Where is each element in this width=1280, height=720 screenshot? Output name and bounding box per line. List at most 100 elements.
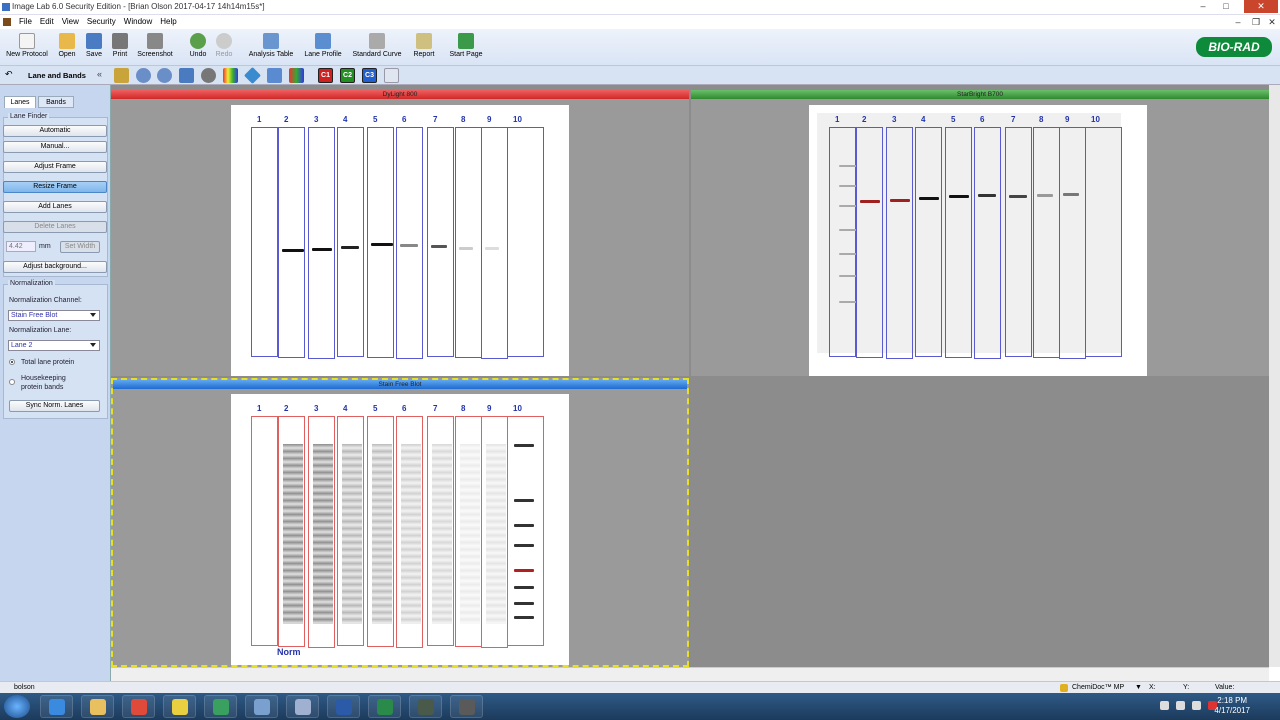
lane-frame-10[interactable] — [1085, 127, 1122, 357]
lane-frame-2[interactable] — [278, 127, 305, 358]
sync-norm-lanes-button[interactable]: Sync Norm. Lanes — [9, 400, 100, 412]
collapse-panel-icon[interactable]: « — [97, 69, 102, 79]
taskbar-imagelab-button[interactable] — [409, 695, 442, 718]
tray-flag-icon[interactable] — [1160, 701, 1169, 710]
taskbar-imagelab2-button[interactable] — [450, 695, 483, 718]
instrument-dropdown-icon[interactable]: ▼ — [1135, 684, 1142, 691]
open-button[interactable]: Open — [55, 31, 79, 64]
taskbar-clock[interactable]: 2:18 PM 4/17/2017 — [1214, 696, 1250, 716]
normalization-lane-select[interactable]: Lane 2 — [8, 340, 100, 351]
manual-button[interactable]: Manual... — [3, 141, 107, 153]
menu-edit[interactable]: Edit — [40, 15, 54, 29]
housekeeping-radio[interactable] — [9, 379, 15, 385]
taskbar-excel-button[interactable] — [368, 695, 401, 718]
taskbar-globe-button[interactable] — [204, 695, 237, 718]
taskbar-word-button[interactable] — [327, 695, 360, 718]
lane-frame-3[interactable] — [308, 127, 335, 359]
taskbar-remote-button[interactable] — [245, 695, 278, 718]
taskbar-sticky-button[interactable] — [163, 695, 196, 718]
undo-button[interactable]: Undo — [186, 31, 210, 64]
lane-frame-5[interactable] — [945, 127, 972, 358]
print-button[interactable]: Print — [108, 31, 132, 64]
lane-profile-button[interactable]: Lane Profile — [303, 31, 343, 64]
rotate-icon[interactable] — [244, 67, 261, 84]
lane-frame-4[interactable] — [915, 127, 942, 357]
stainfree-blot-image[interactable]: 1 2 3 4 5 6 7 8 9 10 Norm — [231, 394, 569, 665]
close-button[interactable]: ✕ — [1244, 0, 1278, 13]
channel-c1-toggle[interactable]: C1 — [318, 68, 333, 83]
menu-file[interactable]: File — [19, 15, 32, 29]
analysis-table-button[interactable]: Analysis Table — [246, 31, 296, 64]
layout-grid-icon[interactable] — [384, 68, 399, 83]
lane-frame-6[interactable] — [974, 127, 1001, 359]
lane-frame-10[interactable] — [507, 416, 544, 646]
dylight-pane[interactable]: DyLight 800 1 2 3 4 5 6 7 8 9 10 — [111, 90, 689, 376]
save-button[interactable]: Save — [82, 31, 106, 64]
standard-curve-button[interactable]: Standard Curve — [351, 31, 403, 64]
menu-window[interactable]: Window — [124, 15, 152, 29]
lane-frame-6[interactable] — [396, 127, 423, 359]
zoom-out-icon[interactable] — [157, 68, 172, 83]
dylight-blot-image[interactable]: 1 2 3 4 5 6 7 8 9 10 — [231, 105, 569, 376]
horizontal-scrollbar[interactable] — [111, 667, 1269, 681]
tab-lanes[interactable]: Lanes — [4, 96, 36, 108]
set-width-button[interactable]: Set Width — [60, 241, 100, 253]
lane-frame-1[interactable] — [829, 127, 856, 357]
starbright-pane[interactable]: StarBright B700 1 2 3 4 5 6 7 8 9 10 — [691, 90, 1269, 376]
zoom-in-icon[interactable] — [136, 68, 151, 83]
normalization-channel-select[interactable]: Stain Free Blot — [8, 310, 100, 321]
vertical-scrollbar[interactable] — [1269, 85, 1280, 667]
color-palette-icon[interactable] — [223, 68, 238, 83]
channel-overlay-icon[interactable] — [289, 68, 304, 83]
lane-frame-3[interactable] — [886, 127, 913, 359]
delete-lanes-button[interactable]: Delete Lanes — [3, 221, 107, 233]
starbright-blot-image[interactable]: 1 2 3 4 5 6 7 8 9 10 — [809, 105, 1147, 376]
start-button[interactable] — [4, 695, 30, 718]
taskbar-explorer-button[interactable] — [81, 695, 114, 718]
automatic-button[interactable]: Automatic — [3, 125, 107, 137]
mdi-minimize-button[interactable]: – — [1228, 16, 1248, 29]
lane-frame-9[interactable] — [1059, 127, 1086, 359]
image-transform-icon[interactable] — [114, 68, 129, 83]
system-menu-icon[interactable] — [3, 18, 11, 26]
back-arrow-icon[interactable]: ↶ — [5, 69, 13, 80]
menu-view[interactable]: View — [62, 15, 79, 29]
lane-frame-7[interactable] — [1005, 127, 1032, 357]
lane-frame-9[interactable] — [481, 127, 508, 359]
lane-frame-10[interactable] — [507, 127, 544, 357]
image-info-icon[interactable] — [267, 68, 282, 83]
taskbar-chrome-button[interactable] — [122, 695, 155, 718]
lane-frame-8[interactable] — [1033, 127, 1060, 358]
channel-c3-toggle[interactable]: C3 — [362, 68, 377, 83]
maximize-button[interactable]: □ — [1216, 0, 1236, 13]
taskbar-ie-button[interactable] — [40, 695, 73, 718]
stainfree-pane[interactable]: Stain Free Blot 1 2 3 4 5 6 7 8 9 10 Norm — [111, 378, 689, 667]
lane-frame-2[interactable] — [856, 127, 883, 358]
adjust-background-button[interactable]: Adjust background... — [3, 261, 107, 273]
tray-network-icon[interactable] — [1176, 701, 1185, 710]
lane-width-input[interactable]: 4.42 — [6, 241, 36, 252]
lane-frame-7[interactable] — [427, 127, 454, 357]
lane-frame-4[interactable] — [337, 127, 364, 357]
menu-security[interactable]: Security — [87, 15, 116, 29]
add-lanes-button[interactable]: Add Lanes — [3, 201, 107, 213]
channel-c2-toggle[interactable]: C2 — [340, 68, 355, 83]
mdi-close-button[interactable]: ✕ — [1262, 16, 1280, 29]
screenshot-button[interactable]: Screenshot — [135, 31, 175, 64]
total-lane-protein-radio[interactable] — [9, 359, 15, 365]
taskbar-book-button[interactable] — [286, 695, 319, 718]
menu-help[interactable]: Help — [160, 15, 176, 29]
minimize-button[interactable]: – — [1193, 0, 1213, 13]
report-button[interactable]: Report — [411, 31, 437, 64]
lane-frame-1[interactable] — [251, 416, 278, 646]
tray-battery-icon[interactable] — [1192, 701, 1201, 710]
tab-bands[interactable]: Bands — [38, 96, 74, 108]
redo-button[interactable]: Redo — [212, 31, 236, 64]
resize-frame-button[interactable]: Resize Frame — [3, 181, 107, 193]
start-page-button[interactable]: Start Page — [448, 31, 484, 64]
adjust-frame-button[interactable]: Adjust Frame — [3, 161, 107, 173]
lane-frame-8[interactable] — [455, 127, 482, 358]
new-protocol-button[interactable]: New Protocol — [4, 31, 50, 64]
lane-frame-1[interactable] — [251, 127, 278, 357]
crop-icon[interactable] — [201, 68, 216, 83]
